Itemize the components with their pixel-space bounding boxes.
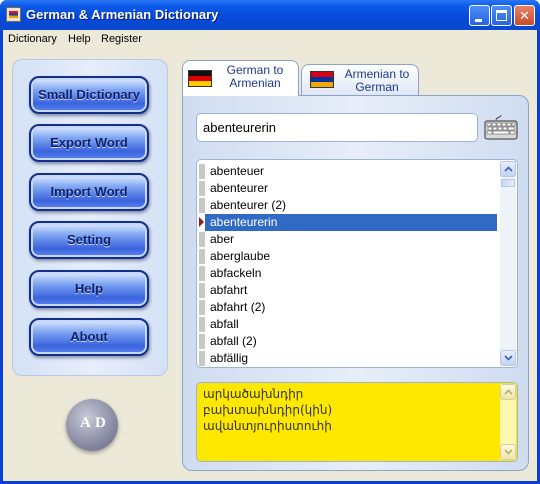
list-item[interactable]: abfackeln bbox=[205, 265, 497, 282]
translation-line: արկածախնդիր bbox=[203, 387, 304, 401]
chevron-up-icon bbox=[504, 166, 513, 172]
chevron-down-icon bbox=[504, 355, 513, 361]
logo-letter-d: D bbox=[95, 415, 106, 431]
help-button[interactable]: Help bbox=[29, 270, 149, 308]
list-item[interactable]: abfahrt (2) bbox=[205, 299, 497, 316]
word-list-scrollbar[interactable] bbox=[500, 161, 516, 366]
scroll-down-button[interactable] bbox=[500, 444, 516, 460]
list-item[interactable]: abenteuer bbox=[205, 163, 497, 180]
list-item[interactable]: abfall (2) bbox=[205, 333, 497, 350]
tab-label-line2: German bbox=[355, 80, 399, 94]
minimize-button[interactable] bbox=[469, 5, 490, 26]
minimize-icon bbox=[475, 19, 482, 22]
list-item[interactable]: abenteurer bbox=[205, 180, 497, 197]
armenian-flag-icon bbox=[310, 71, 334, 88]
scroll-up-button[interactable] bbox=[500, 384, 516, 400]
close-button[interactable]: ✕ bbox=[514, 5, 535, 26]
translation-scrollbar[interactable] bbox=[500, 384, 516, 460]
title-bar[interactable]: German & Armenian Dictionary ✕ bbox=[0, 0, 540, 30]
list-item[interactable]: abfällig bbox=[205, 350, 497, 367]
list-item[interactable]: abfall bbox=[205, 316, 497, 333]
logo-letter-a: A bbox=[80, 415, 91, 431]
import-word-button[interactable]: Import Word bbox=[29, 173, 149, 211]
scroll-down-button[interactable] bbox=[500, 350, 516, 366]
german-flag-icon bbox=[188, 70, 212, 87]
close-icon: ✕ bbox=[519, 8, 530, 23]
menu-bar: Dictionary Help Register bbox=[3, 30, 537, 50]
menu-register[interactable]: Register bbox=[101, 33, 142, 45]
selected-row-arrow-icon bbox=[199, 217, 204, 227]
small-dictionary-button[interactable]: Small Dictionary bbox=[29, 76, 149, 114]
list-item[interactable]: abfahrt bbox=[205, 282, 497, 299]
app-icon bbox=[6, 7, 21, 22]
app-logo: A D bbox=[66, 399, 118, 451]
export-word-button[interactable]: Export Word bbox=[29, 124, 149, 162]
maximize-button[interactable] bbox=[491, 5, 512, 26]
keyboard-icon[interactable] bbox=[484, 114, 518, 140]
menu-help[interactable]: Help bbox=[68, 33, 91, 45]
search-input[interactable] bbox=[196, 113, 478, 142]
sidebar: Small Dictionary Export Word Import Word… bbox=[12, 59, 168, 376]
app-window: German & Armenian Dictionary ✕ Dictionar… bbox=[0, 0, 540, 484]
list-item[interactable]: abenteurer (2) bbox=[205, 197, 497, 214]
maximize-icon bbox=[496, 10, 507, 21]
dictionary-panel: abenteuerabenteurerabenteurer (2)abenteu… bbox=[182, 95, 529, 471]
list-item[interactable]: aberglaube bbox=[205, 248, 497, 265]
tab-armenian-to-german[interactable]: Armenian to German bbox=[301, 64, 419, 96]
scroll-up-button[interactable] bbox=[500, 161, 516, 177]
translation-line: ավանտյուրիստուհի bbox=[203, 419, 332, 433]
word-list[interactable]: abenteuer abenteurer abenteurer (2) abenteu… bbox=[196, 159, 518, 368]
client-area: Small Dictionary Export Word Import Word… bbox=[3, 50, 537, 481]
setting-button[interactable]: Setting bbox=[29, 221, 149, 259]
chevron-up-icon bbox=[504, 389, 513, 395]
chevron-down-icon bbox=[504, 449, 513, 455]
about-button[interactable]: About bbox=[29, 318, 149, 356]
scroll-thumb[interactable] bbox=[501, 179, 515, 187]
translation-box[interactable]: արկածախնդիր բախտախնդիր(կին) ավանտյուրիստ… bbox=[196, 382, 518, 462]
translation-line: բախտախնդիր(կին) bbox=[203, 403, 333, 417]
list-item[interactable]: abenteurerin bbox=[205, 214, 497, 231]
tab-german-to-armenian[interactable]: German to Armenian bbox=[182, 60, 299, 96]
tab-label-line2: Armenian bbox=[229, 76, 281, 90]
menu-dictionary[interactable]: Dictionary bbox=[8, 33, 57, 45]
list-item[interactable]: aber bbox=[205, 231, 497, 248]
window-title: German & Armenian Dictionary bbox=[26, 7, 219, 22]
